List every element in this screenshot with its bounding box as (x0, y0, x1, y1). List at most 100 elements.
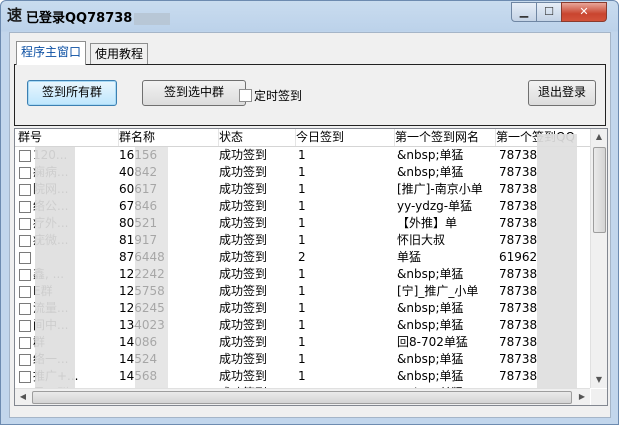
cell-status: 成功签到 (219, 250, 268, 264)
cell-today-sign: 1 (298, 301, 306, 315)
cell-status: 成功签到 (219, 267, 268, 281)
cell-first-signer-name: 回8-702单猛 (397, 335, 468, 349)
row-checkbox[interactable] (19, 286, 31, 298)
cell-status: 成功签到 (219, 233, 268, 247)
table-row[interactable]: 痫病...40842成功签到1&nbsp;单猛78738 (15, 164, 590, 181)
scroll-down-icon[interactable]: ▼ (591, 372, 607, 388)
cell-status: 成功签到 (219, 284, 268, 298)
timed-sign-label: 定时签到 (254, 89, 303, 103)
cell-today-sign: 1 (298, 318, 306, 332)
cell-first-signer-name: [推广]-南京小单 (397, 182, 483, 196)
table-row[interactable]: 群14086成功签到1回8-702单猛78738 (15, 334, 590, 351)
cell-first-signer-name: &nbsp;单猛 (397, 301, 464, 315)
cell-first-signer-name: &nbsp;单猛 (397, 148, 464, 162)
cell-status: 成功签到 (219, 335, 268, 349)
cell-today-sign: 1 (298, 352, 306, 366)
row-checkbox[interactable] (19, 235, 31, 247)
cell-first-signer-name: &nbsp;单猛 (397, 165, 464, 179)
scrollbar-corner (591, 389, 607, 405)
row-checkbox[interactable] (19, 184, 31, 196)
group-list-grid[interactable]: 群号 群名称 状态 今日签到 第一个签到网名 第一个签到QQ 120...161… (14, 128, 608, 406)
row-checkbox[interactable] (19, 337, 31, 349)
tab-tutorial[interactable]: 使用教程 (90, 43, 149, 64)
table-row[interactable]: 络一...14524成功签到1&nbsp;单猛78738 (15, 351, 590, 368)
sign-all-groups-button[interactable]: 签到所有群 (27, 80, 117, 106)
cell-status: 成功签到 (219, 318, 268, 332)
cell-first-signer-name: 单猛 (397, 250, 422, 264)
cell-today-sign: 2 (298, 250, 306, 264)
maximize-button[interactable]: ☐ (536, 2, 562, 22)
cell-status: 成功签到 (219, 369, 268, 383)
column-header-group-name[interactable]: 群名称 (116, 129, 219, 146)
cell-status: 成功签到 (219, 182, 268, 196)
scroll-left-icon[interactable]: ◀ (15, 389, 31, 405)
close-button[interactable]: ✕ (561, 2, 607, 22)
table-row[interactable]: 876448成功签到2单猛61962 (15, 249, 590, 266)
table-row[interactable]: 疣微...81917成功签到1怀旧大叔78738 (15, 232, 590, 249)
tab-main-window[interactable]: 程序主窗口 (16, 41, 87, 65)
column-header-today-sign[interactable]: 今日签到 (293, 129, 395, 146)
timed-sign-option[interactable]: 定时签到 (239, 87, 302, 103)
cell-today-sign: 1 (298, 284, 306, 298)
minimize-button[interactable]: ▁ (511, 2, 537, 22)
column-header-first-signer-name[interactable]: 第一个签到网名 (392, 129, 496, 146)
row-checkbox[interactable] (19, 354, 31, 366)
app-logo-icon: 速 (7, 6, 23, 24)
row-checkbox[interactable] (19, 371, 31, 383)
column-header-status[interactable]: 状态 (216, 129, 296, 146)
cell-status: 成功签到 (219, 199, 268, 213)
scroll-up-icon[interactable]: ▲ (591, 129, 607, 145)
cell-today-sign: 1 (298, 165, 306, 179)
column-header-group-no[interactable]: 群号 (15, 129, 119, 146)
table-row[interactable]: 院网...60617成功签到1[推广]-南京小单78738 (15, 181, 590, 198)
sign-selected-groups-button[interactable]: 签到选中群 (142, 80, 246, 106)
cell-first-signer-name: &nbsp;单猛 (397, 369, 464, 383)
table-row[interactable]: 鑫, ...122242成功签到1&nbsp;单猛78738 (15, 266, 590, 283)
cell-first-signer-name: &nbsp;单猛 (397, 352, 464, 366)
cell-today-sign: 1 (298, 182, 306, 196)
row-checkbox[interactable] (19, 167, 31, 179)
table-row[interactable]: 间中...134023成功签到1&nbsp;单猛78738 (15, 317, 590, 334)
cell-status: 成功签到 (219, 148, 268, 162)
row-checkbox[interactable] (19, 320, 31, 332)
row-checkbox[interactable] (19, 252, 31, 264)
row-checkbox[interactable] (19, 303, 31, 315)
scroll-right-icon[interactable]: ▶ (574, 389, 590, 405)
cell-first-signer-name: [宁]_推广_小单 (397, 284, 479, 298)
cell-status: 成功签到 (219, 352, 268, 366)
cell-today-sign: 1 (298, 335, 306, 349)
redacted-region (35, 147, 75, 389)
row-checkbox[interactable] (19, 201, 31, 213)
vertical-scroll-thumb[interactable] (593, 147, 606, 233)
table-row[interactable]: 流量...126245成功签到1&nbsp;单猛78738 (15, 300, 590, 317)
table-row[interactable]: E群125758成功签到1[宁]_推广_小单78738 (15, 283, 590, 300)
title-bar[interactable]: 速 已登录QQ78738 ▁ ☐ ✕ (1, 1, 618, 31)
cell-today-sign: 1 (298, 233, 306, 247)
cell-first-signer-name: 怀旧大叔 (397, 233, 446, 247)
vertical-scrollbar[interactable]: ▲ ▼ (590, 129, 607, 388)
row-checkbox[interactable] (19, 150, 31, 162)
table-row[interactable]: 疗外...80521成功签到1【外推】单78738 (15, 215, 590, 232)
cell-today-sign: 1 (298, 267, 306, 281)
cell-first-signer-name: &nbsp;单猛 (397, 318, 464, 332)
window-title: 已登录QQ78738 (26, 7, 171, 26)
cell-first-signer-name: 【外推】单 (397, 216, 458, 230)
cell-today-sign: 1 (298, 148, 306, 162)
logout-button[interactable]: 退出登录 (528, 80, 596, 106)
cell-today-sign: 1 (298, 216, 306, 230)
grid-header: 群号 群名称 状态 今日签到 第一个签到网名 第一个签到QQ (15, 129, 591, 147)
control-panel: 签到所有群 签到选中群 定时签到 退出登录 (14, 64, 606, 126)
cell-today-sign: 1 (298, 199, 306, 213)
row-checkbox[interactable] (19, 269, 31, 281)
timed-sign-checkbox[interactable] (239, 89, 252, 102)
cell-status: 成功签到 (219, 301, 268, 315)
app-window: 速 已登录QQ78738 ▁ ☐ ✕ 程序主窗口 使用教程 签到所有群 签到选中… (0, 0, 619, 425)
table-row[interactable]: 络公...67846成功签到1yy-ydzg-单猛78738 (15, 198, 590, 215)
row-checkbox[interactable] (19, 218, 31, 230)
horizontal-scroll-thumb[interactable] (32, 391, 572, 404)
table-row[interactable]: 推广+...14568成功签到1&nbsp;单猛78738 (15, 368, 590, 385)
cell-today-sign: 1 (298, 369, 306, 383)
table-row[interactable]: 120...16156成功签到1&nbsp;单猛78738 (15, 147, 590, 164)
main-client-area: 程序主窗口 使用教程 签到所有群 签到选中群 定时签到 退出登录 群号 群名称 … (9, 32, 611, 418)
horizontal-scrollbar[interactable]: ◀ ▶ (15, 388, 590, 405)
